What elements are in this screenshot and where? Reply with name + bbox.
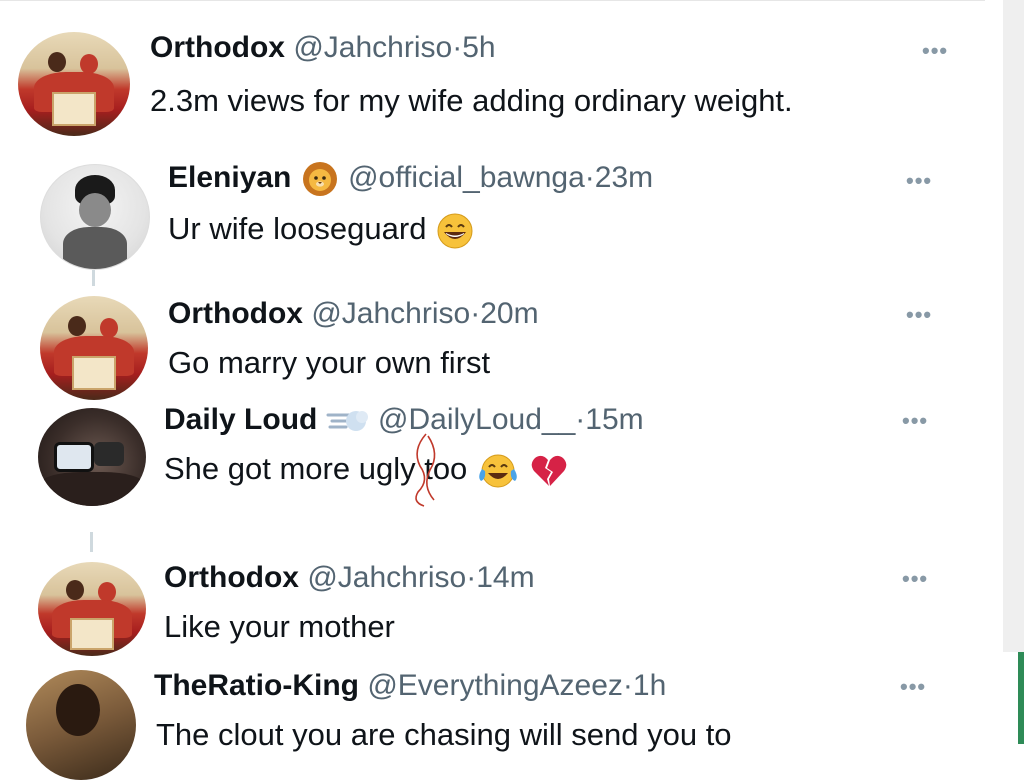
- author-name[interactable]: Orthodox: [168, 297, 303, 330]
- author-name[interactable]: Orthodox: [164, 561, 299, 594]
- author-name[interactable]: Daily Loud: [164, 403, 317, 436]
- tears-of-joy-icon: [479, 454, 517, 488]
- edge-strip: [1018, 652, 1024, 744]
- more-options-icon[interactable]: •••: [922, 38, 948, 64]
- separator: ·: [584, 161, 595, 194]
- separator: ·: [470, 297, 481, 330]
- red-scribble: [415, 433, 436, 507]
- author-handle[interactable]: @Jahchriso: [307, 561, 466, 594]
- author-name[interactable]: Orthodox: [150, 31, 285, 64]
- avatar-theratio-king[interactable]: [26, 670, 136, 780]
- tweet-text: The clout you are chasing will send you …: [156, 717, 732, 752]
- separator: ·: [452, 31, 463, 64]
- avatar-orthodox[interactable]: [38, 562, 146, 656]
- more-options-icon[interactable]: •••: [906, 302, 932, 328]
- avatar-orthodox[interactable]: [18, 32, 130, 136]
- timestamp[interactable]: 23m: [595, 161, 653, 194]
- lion-icon: [302, 162, 337, 197]
- author-handle[interactable]: @official_bawnga: [348, 161, 585, 194]
- tweet-text: 2.3m views for my wife adding ordinary w…: [150, 83, 793, 118]
- author-handle[interactable]: @EverythingAzeez: [367, 669, 623, 702]
- grinning-face-icon: [437, 213, 473, 249]
- author-handle[interactable]: @Jahchriso: [293, 31, 452, 64]
- timestamp[interactable]: 15m: [585, 403, 643, 436]
- more-options-icon[interactable]: •••: [900, 674, 926, 700]
- separator: ·: [466, 561, 477, 594]
- more-options-icon[interactable]: •••: [906, 168, 932, 194]
- more-options-icon[interactable]: •••: [902, 566, 928, 592]
- author-name[interactable]: Eleniyan: [168, 161, 291, 194]
- timestamp[interactable]: 5h: [462, 31, 495, 64]
- tweet-text: Go marry your own first: [168, 345, 491, 380]
- timestamp[interactable]: 1h: [633, 669, 666, 702]
- separator: ·: [622, 669, 633, 702]
- more-options-icon[interactable]: •••: [902, 408, 928, 434]
- scrollbar[interactable]: [1003, 0, 1024, 652]
- broken-heart-icon: [531, 455, 566, 486]
- avatar-orthodox[interactable]: [40, 296, 148, 400]
- tweet-text: Like your mother: [164, 609, 395, 644]
- avatar-dailyloud[interactable]: [38, 408, 146, 506]
- author-handle[interactable]: @Jahchriso: [311, 297, 470, 330]
- tweet-text: Ur wife looseguard: [168, 211, 427, 246]
- timestamp[interactable]: 14m: [476, 561, 534, 594]
- dash-icon: [326, 411, 368, 432]
- avatar-eleniyan[interactable]: [40, 164, 150, 270]
- timestamp[interactable]: 20m: [480, 297, 538, 330]
- top-divider: [0, 0, 985, 1]
- author-name[interactable]: TheRatio-King: [154, 669, 359, 702]
- thread-connector: [92, 270, 95, 286]
- thread-connector: [90, 532, 93, 552]
- separator: ·: [575, 403, 586, 436]
